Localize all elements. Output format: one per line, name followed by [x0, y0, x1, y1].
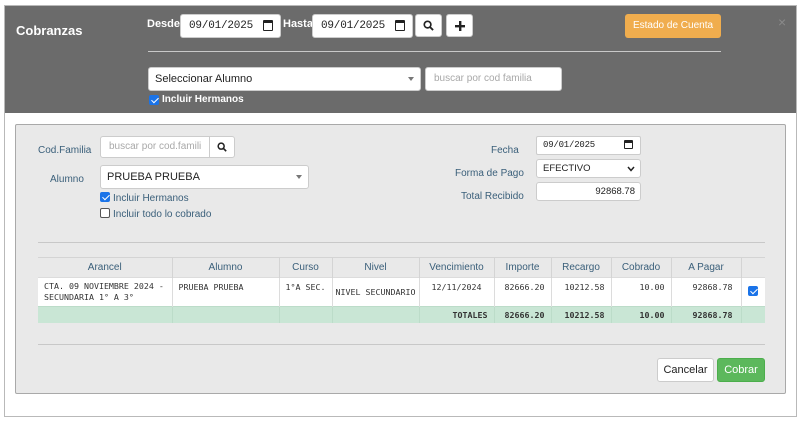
alumno-label: Alumno	[50, 174, 84, 185]
cobrar-button[interactable]: Cobrar	[717, 358, 765, 382]
cell-recargo: 10212.58	[551, 277, 612, 307]
desde-date-input[interactable]: 09/01/2025	[180, 14, 281, 38]
table-bottom-divider	[38, 344, 765, 345]
total-recibido-label: Total Recibido	[461, 191, 524, 202]
totals-cobrado: 10.00	[611, 306, 672, 323]
incluir-hermanos-checkbox[interactable]	[100, 192, 110, 202]
forma-pago-select[interactable]: EFECTIVO	[536, 159, 641, 178]
total-recibido-input[interactable]: 92868.78	[536, 182, 641, 201]
col-header-alumno: Alumno	[172, 257, 280, 278]
cell-a-pagar[interactable]: 92868.78	[671, 277, 742, 307]
totals-recargo: 10212.58	[551, 306, 612, 323]
calendar-icon[interactable]	[263, 20, 273, 31]
cod-familia-input[interactable]: buscar por cod.famili	[100, 136, 210, 158]
cell-importe: 82666.20	[494, 277, 552, 307]
incluir-hermanos-header-checkbox[interactable]	[149, 95, 159, 105]
modal-header: Cobranzas Desde 09/01/2025 Hasta 09/01/2…	[5, 6, 796, 113]
totals-a-pagar: 92868.78	[671, 306, 742, 323]
totals-empty	[279, 306, 333, 323]
col-header-nivel: Nivel	[332, 257, 420, 278]
col-header-vencimiento: Vencimiento	[419, 257, 495, 278]
cobranzas-modal: Cobranzas Desde 09/01/2025 Hasta 09/01/2…	[4, 5, 797, 417]
calendar-icon[interactable]	[395, 20, 405, 31]
search-icon	[217, 142, 227, 152]
alumno-select-value: Seleccionar Alumno	[155, 73, 253, 85]
chevron-down-icon	[296, 175, 302, 179]
cell-arancel: CTA. 09 NOVIEMBRE 2024 - SECUNDARIA 1° A…	[38, 277, 173, 307]
incluir-cobrado-label: Incluir todo lo cobrado	[113, 209, 212, 220]
cell-select	[741, 277, 765, 307]
incluir-hermanos-header-label: Incluir Hermanos	[162, 94, 244, 105]
desde-label: Desde	[147, 18, 181, 30]
chevron-down-icon	[408, 77, 414, 81]
alumno-select-value: PRUEBA PRUEBA	[107, 171, 200, 183]
cobranza-table: Arancel Alumno Curso Nivel Vencimiento I…	[38, 257, 765, 323]
col-header-curso: Curso	[279, 257, 333, 278]
col-header-cobrado: Cobrado	[611, 257, 672, 278]
cell-nivel: NIVEL SECUNDARIO	[332, 277, 420, 307]
fecha-label: Fecha	[491, 145, 519, 156]
row-select-checkbox[interactable]	[748, 286, 759, 296]
cobranza-form-panel: Cod.Familia buscar por cod.famili Alumno…	[15, 124, 786, 394]
close-icon[interactable]: ×	[778, 14, 786, 30]
col-header-select	[741, 257, 765, 278]
header-divider	[148, 51, 721, 52]
fecha-date-value: 09/01/2025	[543, 140, 596, 150]
totals-row: TOTALES 82666.20 10212.58 10.00 92868.78	[38, 306, 765, 323]
cell-alumno: PRUEBA PRUEBA	[172, 277, 280, 307]
cell-vencimiento: 12/11/2024	[419, 277, 495, 307]
col-header-arancel: Arancel	[38, 257, 173, 278]
col-header-recargo: Recargo	[551, 257, 612, 278]
forma-pago-value: EFECTIVO	[543, 163, 591, 174]
totals-empty	[172, 306, 280, 323]
alumno-select[interactable]: PRUEBA PRUEBA	[100, 165, 309, 189]
table-header-row: Arancel Alumno Curso Nivel Vencimiento I…	[38, 257, 765, 278]
search-icon	[423, 20, 434, 31]
chevron-down-icon	[627, 166, 635, 172]
hasta-date-input[interactable]: 09/01/2025	[312, 14, 413, 38]
cod-familia-label: Cod.Familia	[38, 145, 92, 156]
alumno-select-header[interactable]: Seleccionar Alumno	[148, 67, 421, 91]
table-row[interactable]: CTA. 09 NOVIEMBRE 2024 - SECUNDARIA 1° A…	[38, 277, 765, 307]
modal-title: Cobranzas	[16, 23, 83, 38]
totals-label: TOTALES	[419, 306, 495, 323]
cod-familia-search-input[interactable]: buscar por cod familia	[425, 67, 562, 91]
cell-curso: 1°A SEC.	[279, 277, 333, 307]
col-header-a-pagar: A Pagar	[671, 257, 742, 278]
totals-empty	[38, 306, 173, 323]
desde-date-value: 09/01/2025	[189, 20, 254, 32]
add-button[interactable]	[446, 14, 473, 37]
totals-empty	[332, 306, 420, 323]
hasta-label: Hasta	[283, 18, 313, 30]
estado-cuenta-button[interactable]: Estado de Cuenta	[625, 14, 721, 38]
plus-icon	[454, 21, 465, 31]
incluir-hermanos-label: Incluir Hermanos	[113, 193, 189, 204]
incluir-cobrado-checkbox[interactable]	[100, 208, 110, 218]
search-button[interactable]	[415, 14, 442, 37]
hasta-date-value: 09/01/2025	[321, 20, 386, 32]
cod-familia-search-button[interactable]	[209, 136, 235, 158]
col-header-importe: Importe	[494, 257, 552, 278]
cancel-button[interactable]: Cancelar	[657, 358, 714, 382]
cell-cobrado: 10.00	[611, 277, 672, 307]
form-divider	[38, 242, 765, 243]
forma-pago-label: Forma de Pago	[455, 168, 524, 179]
totals-importe: 82666.20	[494, 306, 552, 323]
calendar-icon[interactable]	[624, 140, 633, 149]
totals-empty	[741, 306, 765, 323]
fecha-date-input[interactable]: 09/01/2025	[536, 136, 641, 155]
